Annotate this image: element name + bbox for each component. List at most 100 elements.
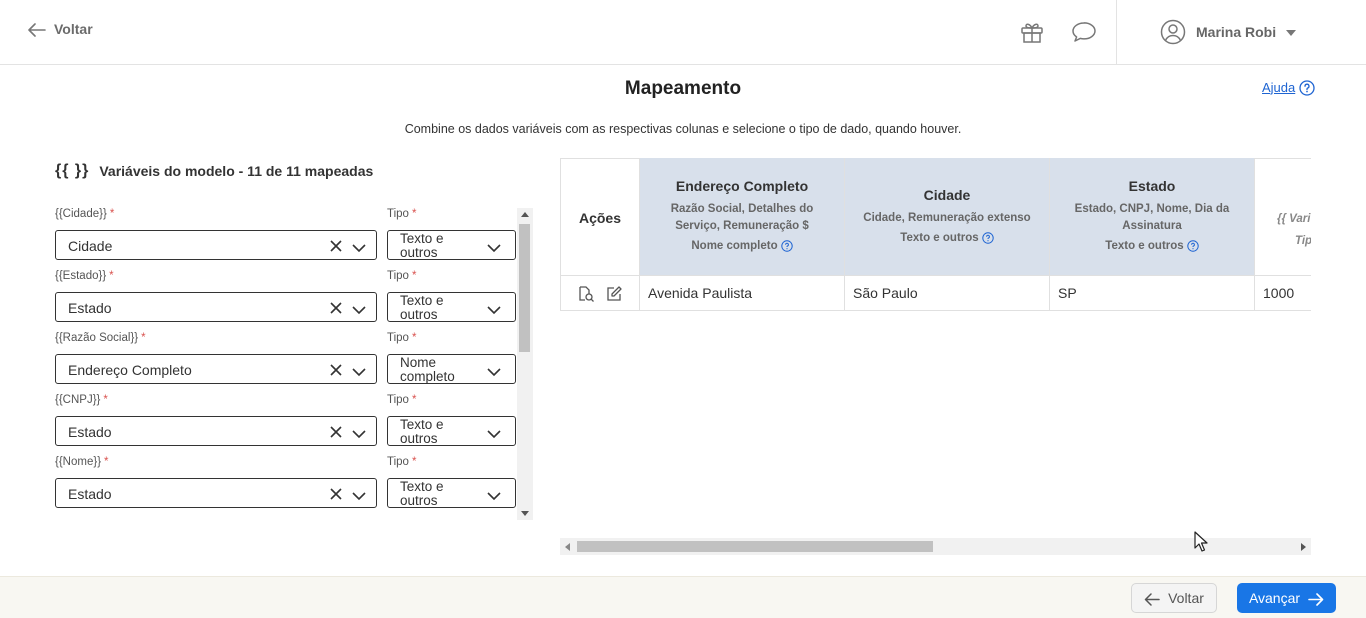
table-cell: Avenida Paulista [640, 275, 845, 311]
column-select-value: Estado [68, 300, 112, 316]
column-header[interactable]: Endereço Completo Razão Social, Detalhes… [640, 158, 845, 275]
scrollbar-thumb[interactable] [577, 541, 933, 552]
chevron-down-icon[interactable] [352, 364, 366, 382]
back-button[interactable]: Voltar [1131, 583, 1217, 613]
required-mark: * [103, 394, 108, 406]
help-circle-icon[interactable] [1186, 240, 1199, 252]
tipo-label: Tipo * [387, 394, 416, 406]
column-variables: Estado, CNPJ, Nome, Dia da Assinatura [1074, 203, 1230, 232]
chevron-down-icon[interactable] [352, 488, 366, 506]
variable-name: {{Cidade}} [55, 208, 107, 220]
column-select[interactable]: Estado [55, 416, 377, 446]
gift-icon[interactable] [1020, 20, 1044, 49]
tipo-select[interactable]: Texto e outros [387, 416, 516, 446]
scroll-down-arrow-icon[interactable] [521, 511, 529, 516]
variable-row: {{CNPJ}} * Tipo * Estado Texto e outros [55, 394, 517, 456]
tipo-label-text: Tipo [387, 208, 409, 220]
variable-label: {{Nome}} * [55, 456, 109, 468]
mouse-cursor-icon [1194, 531, 1208, 558]
arrow-left-icon [28, 21, 46, 38]
footer-bar: Voltar Avançar [0, 576, 1366, 618]
column-header[interactable]: Estado Estado, CNPJ, Nome, Dia da Assina… [1050, 158, 1255, 275]
scroll-left-arrow-icon[interactable] [565, 543, 570, 551]
chevron-down-icon[interactable] [487, 302, 501, 320]
arrow-right-icon [1308, 590, 1324, 606]
scroll-up-arrow-icon[interactable] [521, 212, 529, 217]
help-link[interactable]: Ajuda [1262, 79, 1315, 96]
column-select-value: Estado [68, 486, 112, 502]
clear-icon[interactable] [330, 301, 342, 319]
tipo-select-value: Texto e outros [400, 417, 444, 446]
clear-icon[interactable] [330, 425, 342, 443]
column-select[interactable]: Estado [55, 478, 377, 508]
chevron-down-icon[interactable] [487, 488, 501, 506]
tipo-select[interactable]: Texto e outros [387, 478, 516, 508]
column-type: Texto e outros [1050, 240, 1254, 252]
column-type: Nome completo [640, 240, 844, 252]
chevron-down-icon[interactable] [352, 240, 366, 258]
help-circle-icon[interactable] [780, 240, 793, 252]
tipo-select[interactable]: Nome completo [387, 354, 516, 384]
variable-label: {{Razão Social}} * [55, 332, 146, 344]
tipo-select[interactable]: Texto e outros [387, 292, 516, 322]
column-select[interactable]: Cidade [55, 230, 377, 260]
chevron-down-icon[interactable] [352, 302, 366, 320]
user-name: Marina Robi [1196, 24, 1277, 40]
column-variables: Razão Social, Detalhes do Serviço, Remun… [670, 203, 814, 232]
variable-name: {{Razão Social}} [55, 332, 139, 344]
tipo-select-value: Texto e outros [400, 231, 444, 260]
header-divider [1116, 0, 1117, 64]
scrollbar-thumb[interactable] [519, 224, 530, 352]
edit-icon[interactable] [605, 285, 623, 306]
column-header[interactable]: {{ Vari Tip [1255, 158, 1311, 275]
help-label: Ajuda [1262, 79, 1296, 95]
column-select[interactable]: Estado [55, 292, 377, 322]
chevron-down-icon[interactable] [487, 240, 501, 258]
clear-icon[interactable] [330, 239, 342, 257]
user-menu[interactable]: Marina Robi [1160, 19, 1297, 45]
table-column: Cidade Cidade, Remuneração extenso Texto… [845, 158, 1050, 311]
column-select-value: Endereço Completo [68, 362, 192, 378]
scroll-right-arrow-icon[interactable] [1301, 543, 1306, 551]
variable-row: {{Cidade}} * Tipo * Cidade Texto e outros [55, 208, 517, 270]
required-mark: * [411, 208, 417, 220]
clear-icon[interactable] [330, 487, 342, 505]
column-type: Texto e outros [845, 232, 1049, 244]
column-select[interactable]: Endereço Completo [55, 354, 377, 384]
required-mark: * [109, 270, 114, 282]
variable-row: {{Razão Social}} * Tipo * Endereço Complet… [55, 332, 517, 394]
chevron-down-icon[interactable] [487, 364, 501, 382]
variable-label: {{CNPJ}} * [55, 394, 108, 406]
table-cell: 1000 [1255, 275, 1311, 311]
header-back-link[interactable]: Voltar [28, 21, 93, 37]
chat-icon[interactable] [1071, 20, 1097, 49]
column-header[interactable]: Cidade Cidade, Remuneração extenso Texto… [845, 158, 1050, 275]
column-select-value: Estado [68, 424, 112, 440]
table-cell: São Paulo [845, 275, 1050, 311]
variables-heading-text: Variáveis do modelo - 11 de 11 mapeadas [99, 163, 374, 179]
chevron-down-icon[interactable] [352, 426, 366, 444]
column-type-label: Nome completo [691, 240, 778, 253]
next-button[interactable]: Avançar [1237, 583, 1336, 613]
required-mark: * [109, 208, 115, 220]
preview-document-icon[interactable] [577, 285, 595, 306]
variables-scrollbar[interactable] [517, 208, 533, 520]
variable-name: {{Estado}} [55, 270, 107, 282]
help-circle-icon[interactable] [981, 232, 994, 244]
column-type: Tip [1295, 235, 1311, 247]
variable-row: {{Estado}} * Tipo * Estado Texto e outros [55, 270, 517, 332]
chevron-down-icon[interactable] [487, 426, 501, 444]
clear-icon[interactable] [330, 363, 342, 381]
tipo-select-value: Texto e outros [400, 293, 444, 322]
tipo-select[interactable]: Texto e outros [387, 230, 516, 260]
column-type-label: Texto e outros [900, 232, 979, 245]
braces-icon: {{ }} [55, 162, 90, 179]
actions-header: Ações [560, 158, 640, 275]
actions-header-title: Ações [578, 210, 622, 226]
required-mark: * [411, 270, 417, 282]
variables-list: {{Cidade}} * Tipo * Cidade Texto e outros … [55, 208, 517, 518]
help-circle-icon [1299, 79, 1315, 96]
variable-name: {{Nome}} [55, 456, 102, 468]
top-bar: Voltar Marina Robi [0, 0, 1366, 65]
tipo-select-value: Texto e outros [400, 479, 444, 508]
